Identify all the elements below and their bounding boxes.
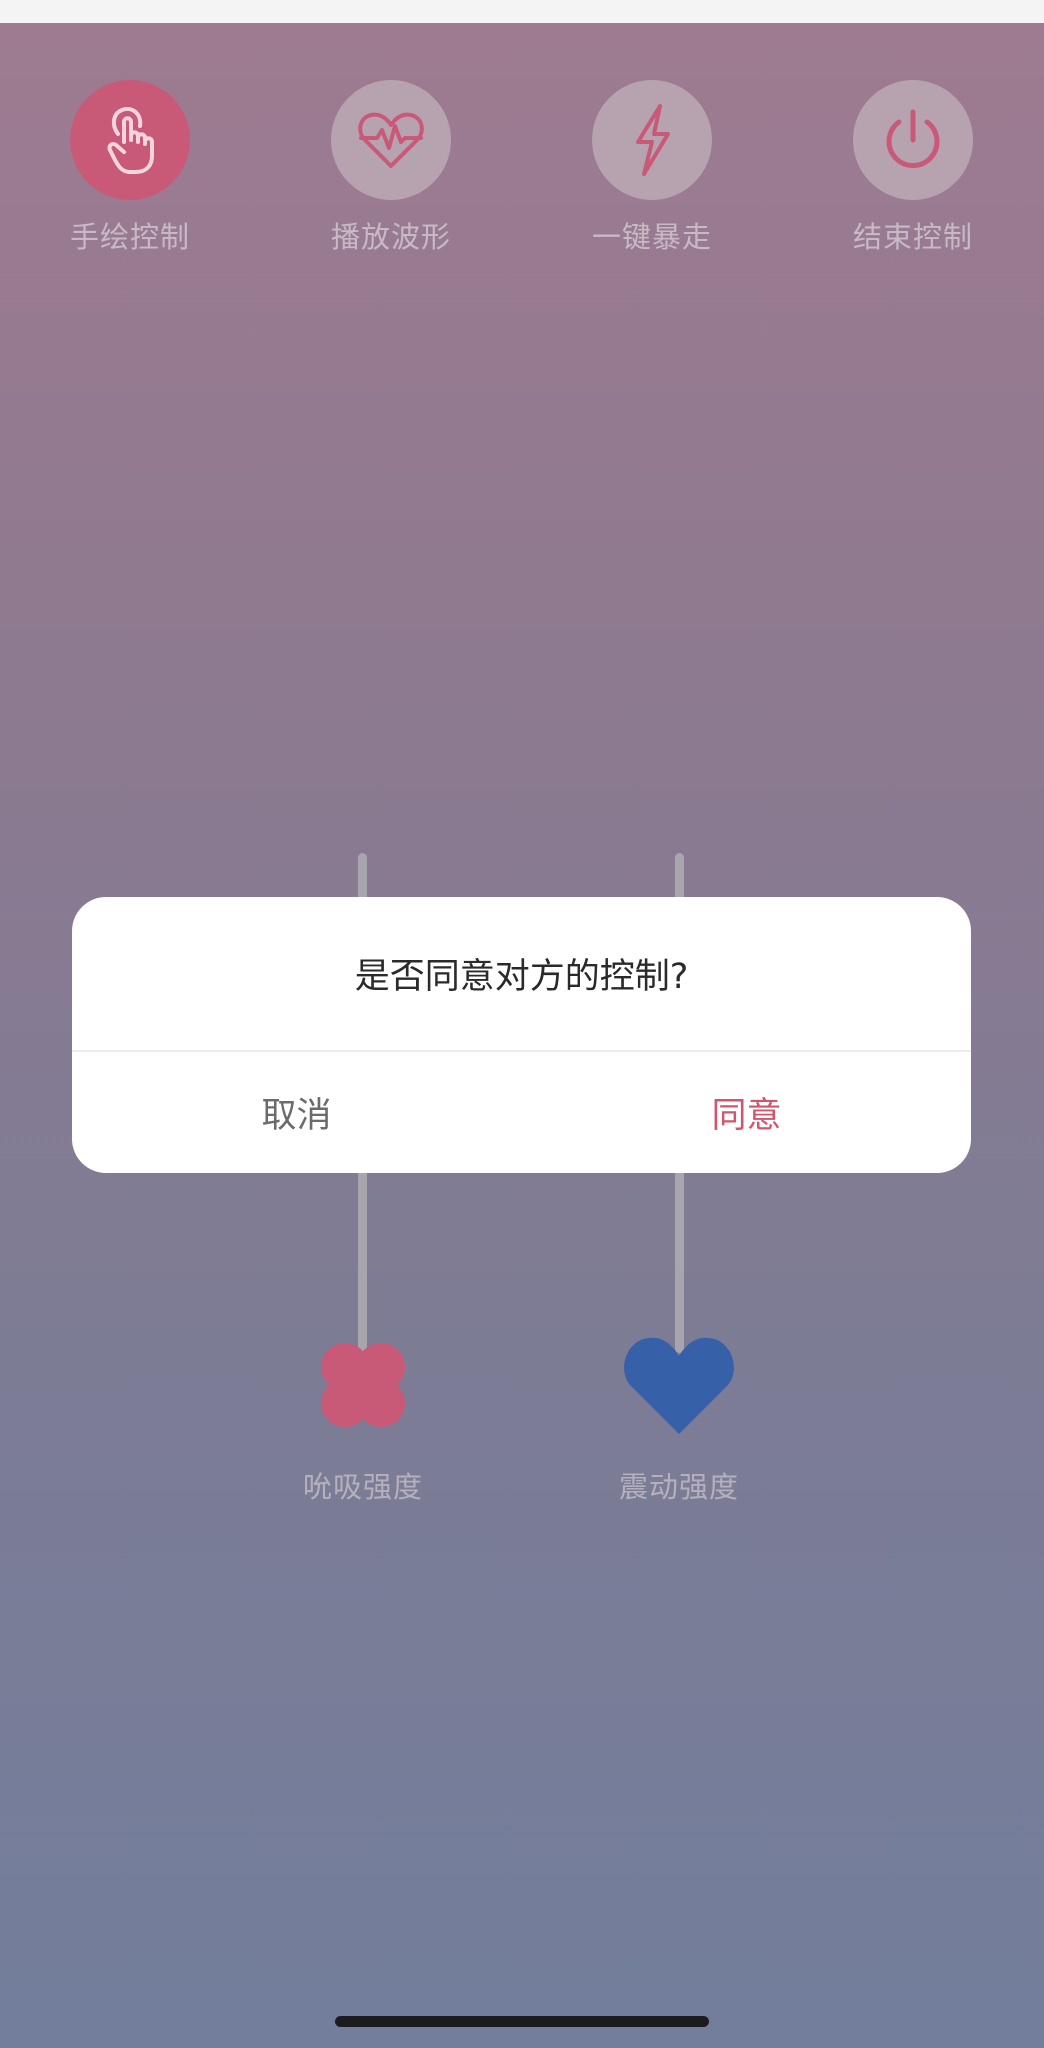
lightning-icon (636, 104, 670, 176)
tool-rampage-label: 一键暴走 (591, 220, 712, 254)
status-bar (0, 0, 1044, 23)
suction-slider-handle[interactable] (312, 1334, 414, 1440)
agree-button[interactable]: 同意 (522, 1052, 971, 1173)
heart-icon (624, 1337, 734, 1434)
tool-rampage[interactable]: 一键暴走 (552, 80, 752, 256)
tool-play-waveform-circle[interactable] (331, 80, 451, 200)
vibration-slider-label: 震动强度 (618, 1470, 739, 1504)
tool-play-waveform[interactable]: 播放波形 (291, 80, 491, 256)
power-icon (886, 109, 940, 168)
tool-hand-draw[interactable]: 手绘控制 (30, 80, 230, 256)
tool-end-control-label: 结束控制 (852, 220, 973, 254)
tool-hand-draw-label: 手绘控制 (69, 220, 190, 254)
cancel-button[interactable]: 取消 (72, 1052, 521, 1173)
control-request-dialog: 是否同意对方的控制? 取消 同意 (72, 897, 971, 1173)
hand-pointer-icon (107, 107, 154, 174)
clover-icon (321, 1343, 405, 1427)
control-toolbar: 手绘控制 播放波形 一键暴走 结束控制 (0, 80, 1044, 260)
tool-play-waveform-label: 播放波形 (330, 220, 451, 254)
tool-end-control[interactable]: 结束控制 (813, 80, 1013, 256)
heart-pulse-icon (358, 112, 424, 168)
vibration-slider-handle[interactable] (621, 1334, 737, 1442)
tool-hand-draw-circle[interactable] (70, 80, 190, 200)
suction-slider-label: 吮吸强度 (302, 1470, 423, 1504)
tool-rampage-circle[interactable] (592, 80, 712, 200)
tool-end-control-circle[interactable] (853, 80, 973, 200)
home-indicator[interactable] (335, 2016, 709, 2027)
dialog-title: 是否同意对方的控制? (354, 957, 689, 997)
